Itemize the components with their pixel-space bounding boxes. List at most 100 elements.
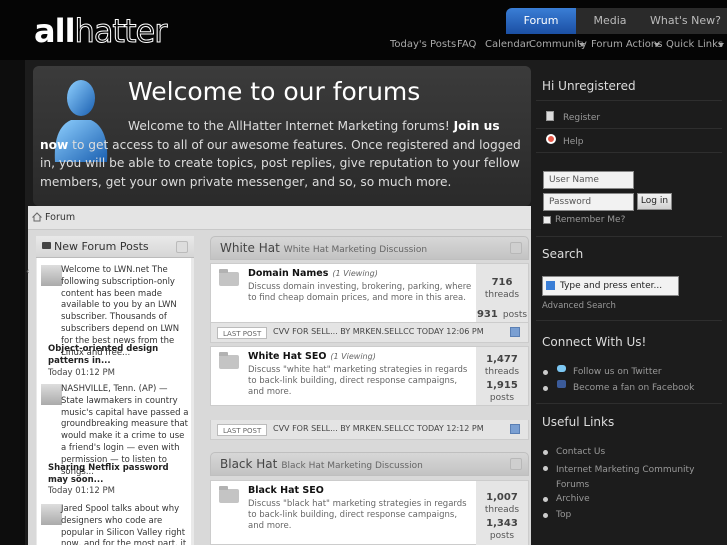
twitter-link[interactable]: Follow us on Twitter <box>573 367 662 377</box>
posts-label: posts <box>489 531 515 541</box>
useful-link-forums[interactable]: Internet Marketing Community Forums <box>556 463 696 493</box>
facebook-icon <box>557 380 566 388</box>
bullet-icon <box>543 370 548 375</box>
news-list: Welcome to LWN.net The following subscri… <box>37 258 191 545</box>
connect-title: Connect With Us! <box>542 335 647 349</box>
collapse-icon[interactable] <box>176 241 188 253</box>
breadcrumb <box>28 206 531 230</box>
last-post-bar: LAST POST CVV FOR SELL... BY MRKEN.SELLC… <box>210 420 529 440</box>
forum-row-domain-names[interactable]: Domain Names (1 Viewing) Discuss domain i… <box>210 263 529 323</box>
welcome-title: Welcome to our forums <box>128 77 421 106</box>
forum-name-text[interactable]: White Hat SEO <box>248 351 326 362</box>
collapse-icon[interactable] <box>510 242 522 254</box>
document-icon <box>546 111 554 121</box>
posts-label: posts <box>502 310 528 320</box>
useful-link-top[interactable]: Top <box>556 510 571 520</box>
threads-label: threads <box>484 290 520 300</box>
category-desc: Black Hat Marketing Discussion <box>281 461 423 471</box>
forum-row-white-hat-seo[interactable]: White Hat SEO (1 Viewing) Discuss "white … <box>210 346 529 406</box>
tab-whats-new[interactable]: What's New? <box>644 8 727 34</box>
site-logo[interactable]: allhatter <box>34 12 194 52</box>
last-post-badge: LAST POST <box>217 327 268 339</box>
greeting: Hi Unregistered <box>542 79 636 93</box>
advanced-search-link[interactable]: Advanced Search <box>542 301 616 311</box>
useful-link-contact[interactable]: Contact Us <box>556 447 605 457</box>
login-button[interactable]: Log in <box>637 193 672 210</box>
category-header-white-hat[interactable]: White Hat White Hat Marketing Discussion <box>210 236 529 260</box>
forum-name-text[interactable]: Domain Names <box>248 268 328 279</box>
view-post-icon[interactable] <box>510 424 520 434</box>
subnav-todays-posts[interactable]: Today's Posts <box>390 39 456 50</box>
forum-name[interactable]: White Hat SEO (1 Viewing) <box>248 351 376 362</box>
useful-link-archive[interactable]: Archive <box>556 494 590 504</box>
forum-description: Discuss "white hat" marketing strategies… <box>248 365 468 397</box>
tab-forum[interactable]: Forum <box>506 8 576 34</box>
news-time: Today 01:12 PM <box>48 368 115 378</box>
chevron-down-icon <box>718 43 724 47</box>
facebook-link[interactable]: Become a fan on Facebook <box>573 383 694 393</box>
forum-stats: 1,477 threads 1,915 posts <box>476 347 528 405</box>
search-title: Search <box>542 247 584 261</box>
collapse-icon[interactable] <box>510 458 522 470</box>
viewing-count: (1 Viewing) <box>332 269 378 278</box>
chevron-down-icon <box>654 43 660 47</box>
password-field[interactable]: Password <box>543 193 634 211</box>
useful-links-title: Useful Links <box>542 415 615 429</box>
subnav-faq[interactable]: FAQ <box>457 39 476 50</box>
thread-count: 716 <box>491 277 513 288</box>
chevron-left-icon[interactable]: ‹ <box>26 267 30 277</box>
forum-description: Discuss domain investing, brokering, par… <box>248 282 472 303</box>
bullet-icon <box>543 497 548 502</box>
help-link[interactable]: Help <box>563 137 584 147</box>
welcome-text-part: to get access to all of our awesome feat… <box>40 137 521 189</box>
tab-media[interactable]: Media <box>576 8 644 34</box>
posts-label: posts <box>489 393 515 403</box>
avatar <box>41 265 62 286</box>
remember-checkbox[interactable] <box>543 216 551 224</box>
post-count: 931 <box>476 309 498 320</box>
search-icon <box>546 281 555 290</box>
register-link[interactable]: Register <box>563 113 600 123</box>
news-title[interactable]: Object-oriented design patterns in... <box>48 344 188 368</box>
subnav-quick-links[interactable]: Quick Links <box>666 39 723 50</box>
last-post-badge: LAST POST <box>217 424 268 436</box>
forum-stats: 1,007 threads 1,343 posts <box>476 481 528 545</box>
category-title: Black Hat Black Hat Marketing Discussion <box>220 457 423 471</box>
home-icon[interactable] <box>32 212 42 222</box>
last-post-bar: LAST POST CVV FOR SELL... BY MRKEN.SELLC… <box>210 323 529 343</box>
search-input[interactable]: Type and press enter... <box>542 276 679 296</box>
breadcrumb-forum[interactable]: Forum <box>45 212 75 223</box>
bullet-icon <box>543 466 548 471</box>
divider <box>536 152 722 153</box>
help-icon <box>546 134 556 144</box>
divider <box>536 403 722 404</box>
bullet-icon <box>543 386 548 391</box>
subnav-calendar[interactable]: Calendar <box>485 39 530 50</box>
last-post-text[interactable]: CVV FOR SELL... BY MRKEN.SELLCC TODAY 12… <box>273 327 484 336</box>
avatar <box>41 504 62 525</box>
forum-name[interactable]: Domain Names (1 Viewing) <box>248 268 378 279</box>
category-name: White Hat <box>220 241 280 255</box>
category-header-black-hat[interactable]: Black Hat Black Hat Marketing Discussion <box>210 452 529 476</box>
last-post-text[interactable]: CVV FOR SELL... BY MRKEN.SELLCC TODAY 12… <box>273 424 484 433</box>
divider <box>536 128 722 129</box>
folder-icon <box>219 486 239 503</box>
thread-count: 1,477 <box>486 354 518 365</box>
forum-description: Discuss "black hat" marketing strategies… <box>248 499 467 531</box>
username-field[interactable]: User Name <box>543 171 634 189</box>
folder-icon <box>219 352 239 369</box>
chevron-down-icon <box>579 43 585 47</box>
forum-name[interactable]: Black Hat SEO <box>248 485 324 496</box>
forum-row-black-hat-seo[interactable]: Black Hat SEO Discuss "black hat" market… <box>210 480 529 545</box>
remember-me-label: Remember Me? <box>555 215 626 225</box>
threads-label: threads <box>484 505 520 515</box>
viewing-count: (1 Viewing) <box>330 352 376 361</box>
news-panel-title: New Forum Posts <box>54 240 149 253</box>
bullet-icon <box>543 450 548 455</box>
subnav-forum-actions[interactable]: Forum Actions <box>591 39 662 50</box>
view-post-icon[interactable] <box>510 327 520 337</box>
speech-bubble-icon <box>42 242 51 249</box>
bullet-icon <box>543 513 548 518</box>
news-title[interactable]: Sharing Netflix password may soon... <box>48 463 188 487</box>
divider <box>536 100 722 101</box>
